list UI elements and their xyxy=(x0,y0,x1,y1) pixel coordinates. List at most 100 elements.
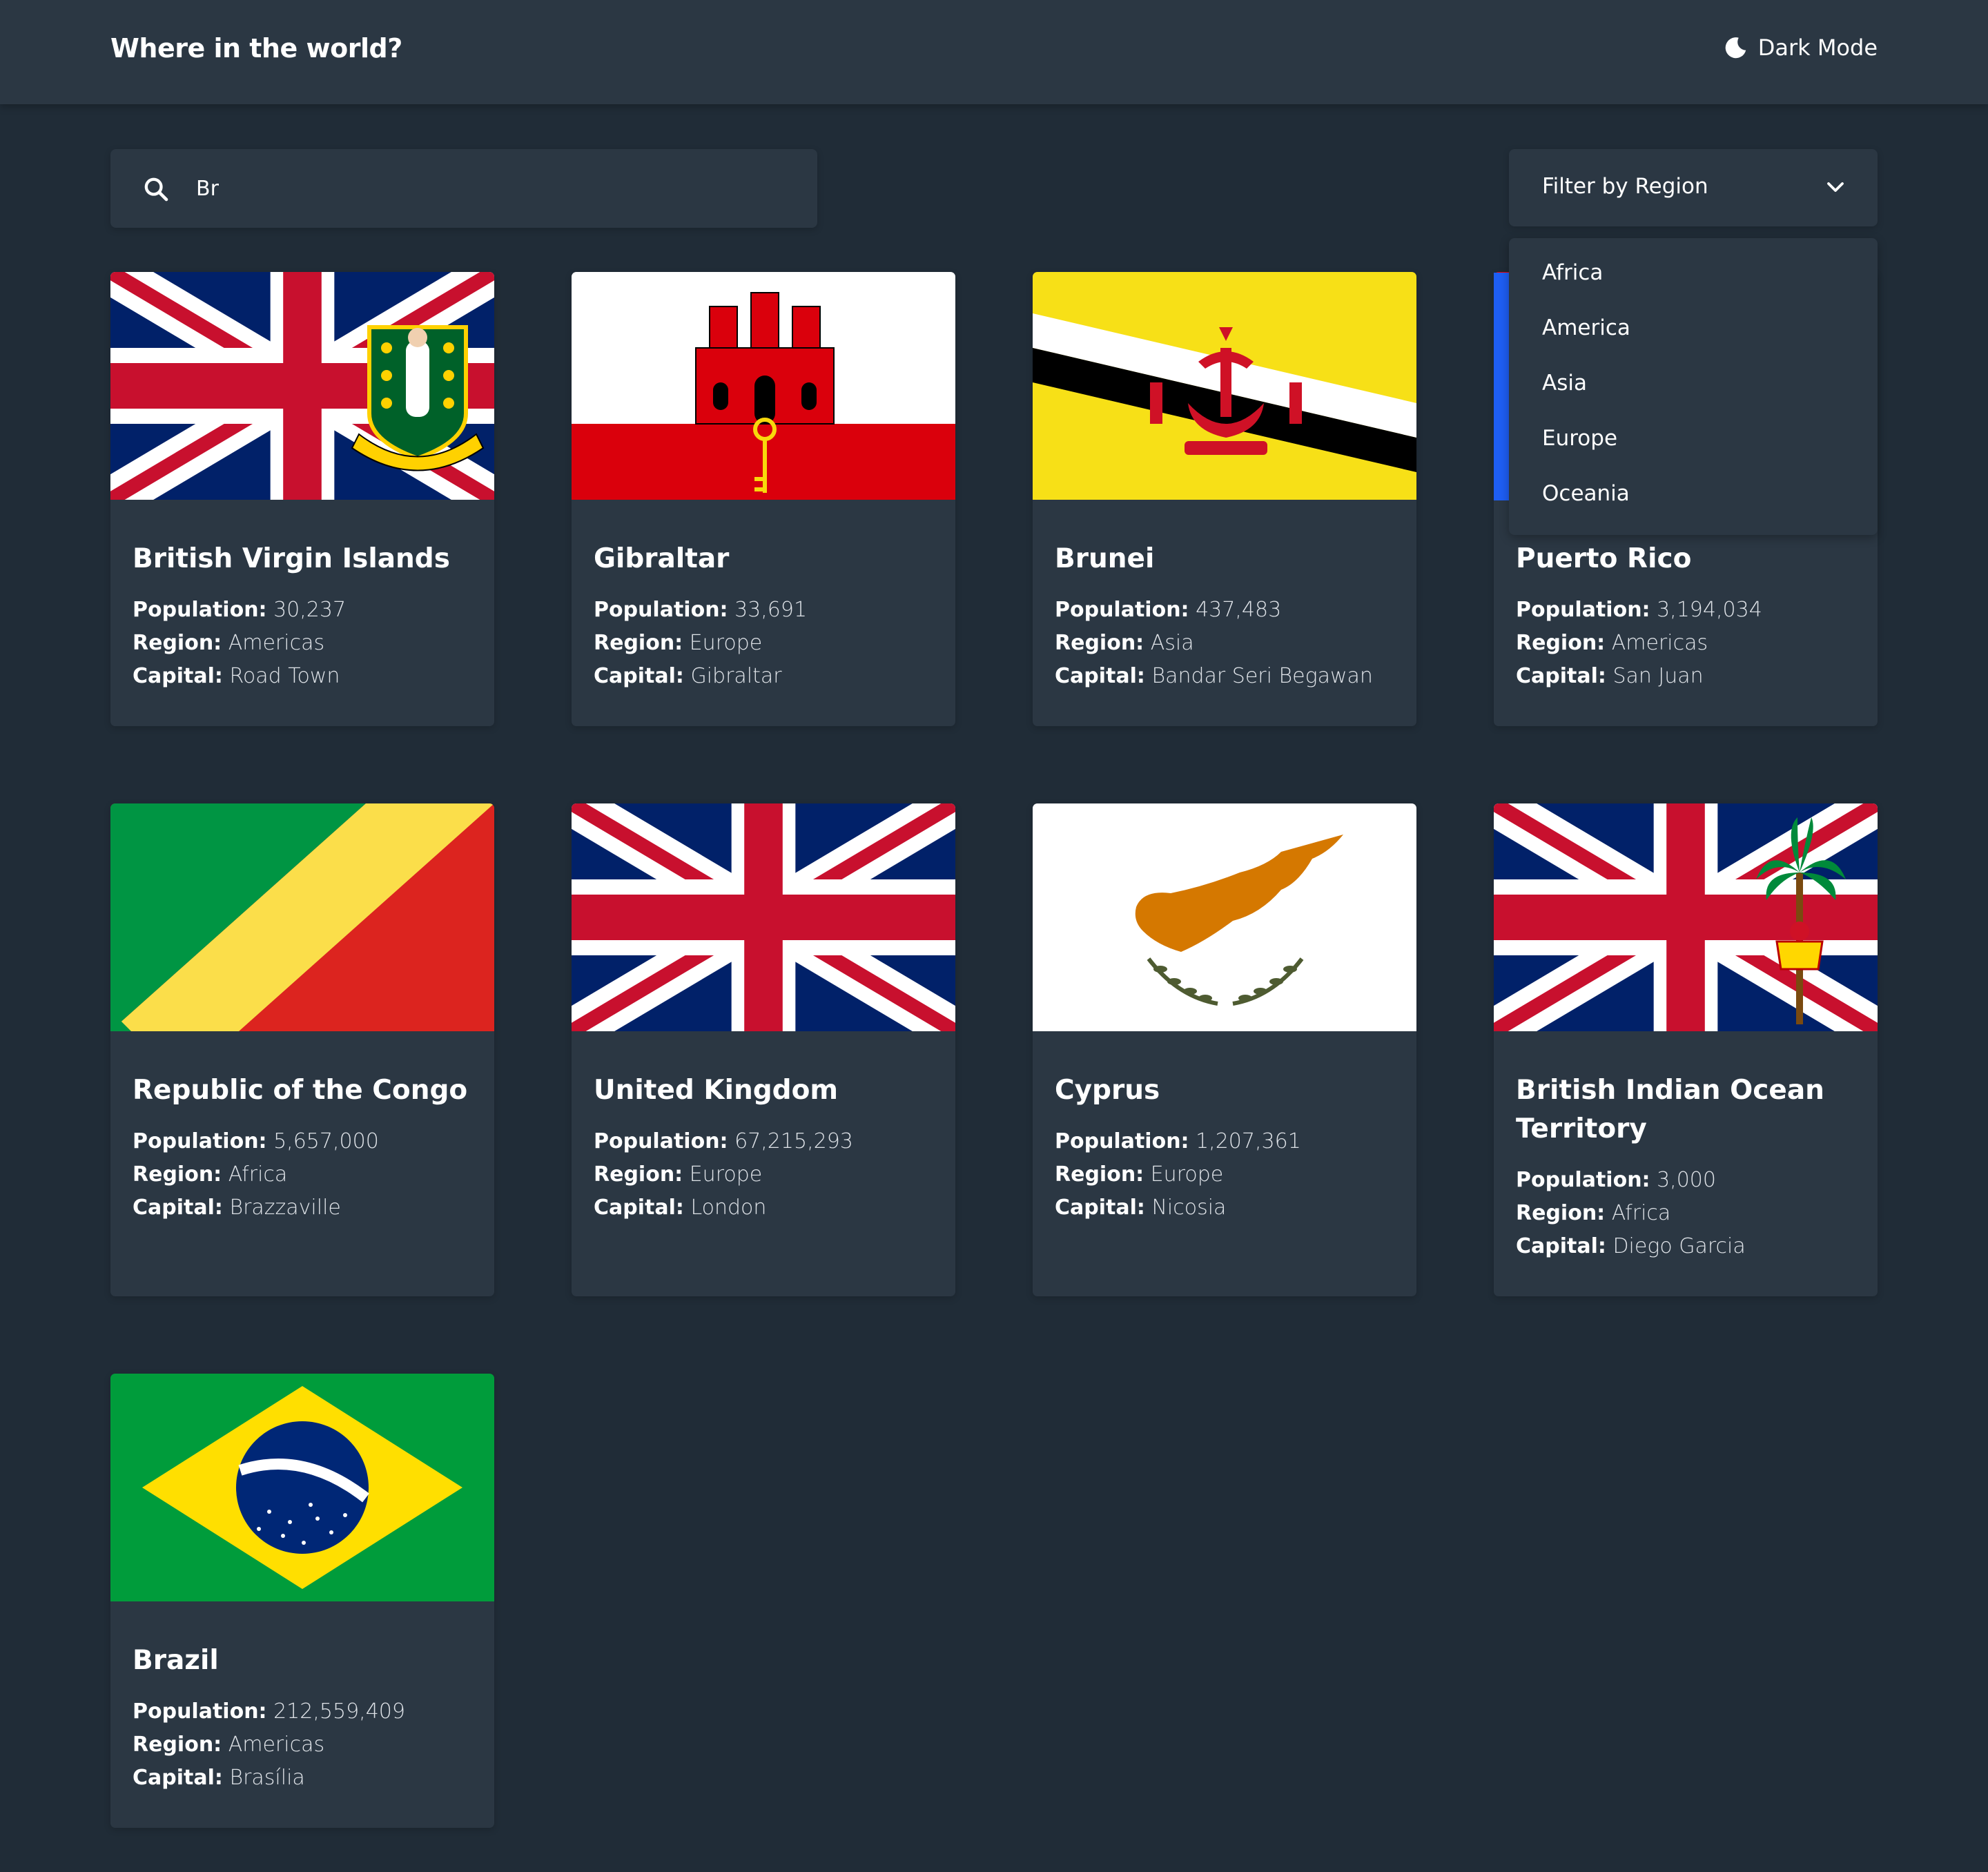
country-capital: Capital: Brazzaville xyxy=(133,1191,472,1225)
population-label: Population: xyxy=(133,1699,267,1724)
country-population: Population: 5,657,000 xyxy=(133,1125,472,1158)
country-population: Population: 67,215,293 xyxy=(594,1125,933,1158)
search-box xyxy=(110,149,817,228)
region-label: Region: xyxy=(1516,631,1606,655)
country-name: United Kingdom xyxy=(594,1075,839,1106)
capital-value: Road Town xyxy=(229,664,340,688)
country-region: Region: Europe xyxy=(1055,1158,1394,1191)
population-label: Population: xyxy=(133,1129,267,1153)
country-population: Population: 33,691 xyxy=(594,594,933,627)
region-label: Region: xyxy=(133,1733,222,1757)
capital-label: Capital: xyxy=(1516,1234,1606,1258)
country-card[interactable]: British Indian Ocean Territory Populatio… xyxy=(1494,803,1878,1296)
brunei-flag xyxy=(1033,272,1416,500)
search-input[interactable] xyxy=(196,167,790,210)
flag-edge-strip xyxy=(1494,273,1509,500)
british-indian-ocean-territory-flag xyxy=(1494,803,1878,1031)
population-value: 30,237 xyxy=(273,598,347,622)
region-label: Region: xyxy=(1055,1162,1144,1187)
population-label: Population: xyxy=(1055,1129,1189,1153)
population-label: Population: xyxy=(1516,598,1650,622)
population-value: 212,559,409 xyxy=(273,1699,405,1724)
population-label: Population: xyxy=(594,598,728,622)
country-card[interactable]: Brunei Population: 437,483 Region: Asia … xyxy=(1033,272,1416,726)
dark-mode-toggle[interactable]: Dark Mode xyxy=(1724,35,1878,61)
capital-value: London xyxy=(690,1196,767,1220)
region-label: Region: xyxy=(594,631,683,655)
country-population: Population: 437,483 xyxy=(1055,594,1394,627)
capital-label: Capital: xyxy=(133,1766,223,1790)
country-name: Puerto Rico xyxy=(1516,543,1692,574)
capital-label: Capital: xyxy=(1055,664,1145,688)
region-option-asia[interactable]: Asia xyxy=(1509,369,1878,425)
region-option-europe[interactable]: Europe xyxy=(1509,425,1878,480)
country-name: Cyprus xyxy=(1055,1075,1160,1106)
population-value: 33,691 xyxy=(734,598,808,622)
capital-label: Capital: xyxy=(1055,1196,1145,1220)
country-region: Region: Americas xyxy=(133,627,472,660)
capital-label: Capital: xyxy=(133,1196,223,1220)
capital-label: Capital: xyxy=(1516,664,1606,688)
country-card[interactable]: Republic of the Congo Population: 5,657,… xyxy=(110,803,494,1296)
country-capital: Capital: London xyxy=(594,1191,933,1225)
population-value: 1,207,361 xyxy=(1196,1129,1301,1153)
region-option-africa[interactable]: Africa xyxy=(1509,259,1878,314)
country-population: Population: 1,207,361 xyxy=(1055,1125,1394,1158)
country-capital: Capital: Nicosia xyxy=(1055,1191,1394,1225)
country-population: Population: 30,237 xyxy=(133,594,472,627)
country-name: Gibraltar xyxy=(594,543,730,574)
country-region: Region: Africa xyxy=(133,1158,472,1191)
capital-value: Brazzaville xyxy=(229,1196,341,1220)
capital-value: Gibraltar xyxy=(690,664,782,688)
region-label: Region: xyxy=(133,1162,222,1187)
region-option-america[interactable]: America xyxy=(1509,314,1878,369)
country-capital: Capital: San Juan xyxy=(1516,660,1855,693)
country-capital: Capital: Bandar Seri Begawan xyxy=(1055,660,1394,693)
moon-icon xyxy=(1725,37,1746,59)
region-label: Region: xyxy=(594,1162,683,1187)
country-region: Region: Europe xyxy=(594,627,933,660)
country-card[interactable]: British Virgin Islands Population: 30,23… xyxy=(110,272,494,726)
united-kingdom-flag xyxy=(572,803,955,1031)
brazil-flag xyxy=(110,1374,494,1601)
region-value: Asia xyxy=(1150,631,1194,655)
population-label: Population: xyxy=(1516,1168,1650,1192)
country-name: Republic of the Congo xyxy=(133,1075,468,1106)
country-region: Region: Americas xyxy=(1516,627,1855,660)
search-icon xyxy=(144,177,168,202)
capital-value: San Juan xyxy=(1612,664,1704,688)
population-value: 5,657,000 xyxy=(273,1129,379,1153)
region-label: Region: xyxy=(133,631,222,655)
region-dropdown-menu: Africa America Asia Europe Oceania xyxy=(1509,238,1878,535)
region-value: Americas xyxy=(1611,631,1708,655)
chevron-down-icon xyxy=(1827,182,1844,192)
country-capital: Capital: Road Town xyxy=(133,660,472,693)
capital-label: Capital: xyxy=(594,664,684,688)
country-capital: Capital: Gibraltar xyxy=(594,660,933,693)
region-filter-select[interactable]: Filter by Region xyxy=(1509,149,1878,226)
country-card[interactable]: Brazil Population: 212,559,409 Region: A… xyxy=(110,1374,494,1828)
country-region: Region: Africa xyxy=(1516,1197,1855,1230)
country-card[interactable]: Gibraltar Population: 33,691 Region: Eur… xyxy=(572,272,955,726)
cyprus-flag xyxy=(1033,803,1416,1031)
gibraltar-flag xyxy=(572,272,955,500)
dark-mode-label: Dark Mode xyxy=(1757,35,1878,61)
population-value: 3,194,034 xyxy=(1657,598,1762,622)
population-label: Population: xyxy=(594,1129,728,1153)
capital-value: Brasília xyxy=(229,1766,305,1790)
country-card[interactable]: Cyprus Population: 1,207,361 Region: Eur… xyxy=(1033,803,1416,1296)
country-name: Brunei xyxy=(1055,543,1155,574)
country-population: Population: 212,559,409 xyxy=(133,1695,472,1728)
population-value: 3,000 xyxy=(1657,1168,1716,1192)
region-value: Europe xyxy=(1150,1162,1224,1187)
capital-value: Nicosia xyxy=(1151,1196,1227,1220)
country-name: British Indian Ocean Territory xyxy=(1516,1075,1824,1144)
country-region: Region: Americas xyxy=(133,1728,472,1762)
country-name: Brazil xyxy=(133,1645,219,1676)
congo-flag xyxy=(110,803,494,1031)
country-region: Region: Asia xyxy=(1055,627,1394,660)
country-card[interactable]: United Kingdom Population: 67,215,293 Re… xyxy=(572,803,955,1296)
population-value: 67,215,293 xyxy=(734,1129,853,1153)
country-capital: Capital: Diego Garcia xyxy=(1516,1230,1855,1263)
region-option-oceania[interactable]: Oceania xyxy=(1509,480,1878,535)
